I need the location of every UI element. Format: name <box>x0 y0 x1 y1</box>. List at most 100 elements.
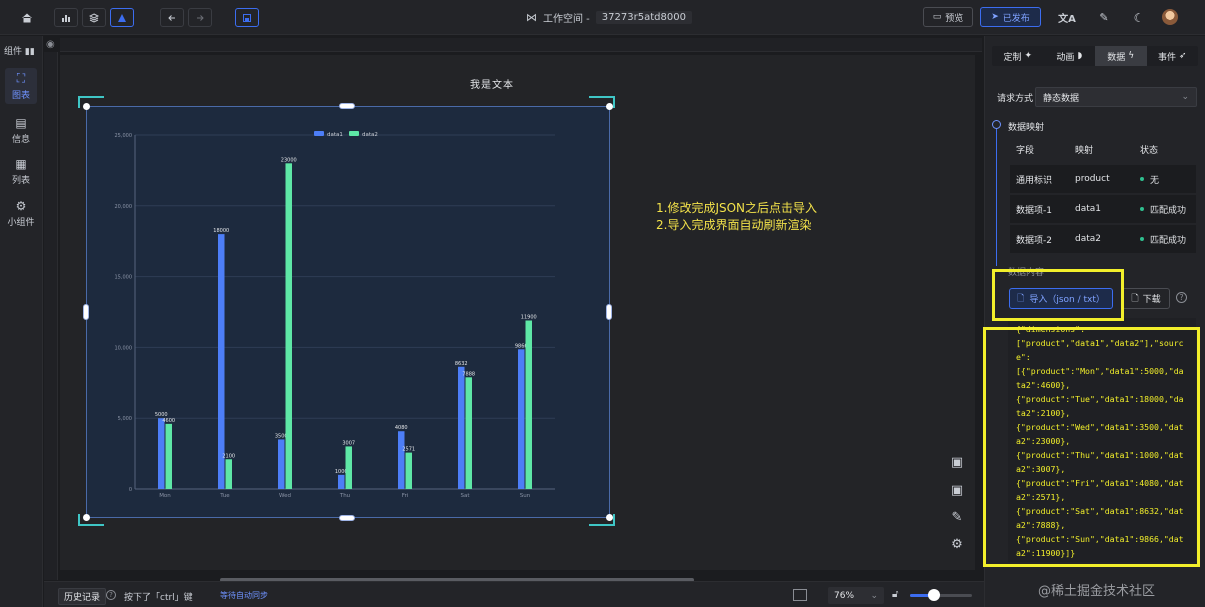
minimap-icon[interactable] <box>793 589 807 601</box>
sidebar-item-label: 列表 <box>11 175 30 186</box>
data-label: 8632 <box>455 361 468 367</box>
data-label: 2571 <box>402 447 415 453</box>
tools-icon[interactable]: ✎ <box>1092 8 1116 27</box>
y-tick-label: 15,000 <box>115 275 133 281</box>
chevron-down-icon: ⌄ <box>1181 92 1189 102</box>
bar-chart: 05,00010,00015,00020,00025,000Mon5000460… <box>115 131 555 499</box>
chevron-down-icon: ⌄ <box>870 590 878 601</box>
bar-chart-icon: ▮▮ <box>24 47 35 57</box>
edit-icon[interactable]: ✎ <box>949 509 965 525</box>
sidebar-item-table[interactable]: ▦ 列表 <box>5 153 37 189</box>
tab-customize[interactable]: 定制 ✦ <box>992 46 1044 66</box>
x-tick-label: Thu <box>339 493 350 499</box>
data-label: 18000 <box>213 228 229 234</box>
home-icon[interactable] <box>15 8 39 27</box>
x-tick-label: Tue <box>219 493 230 499</box>
preview-button[interactable]: ▭ 预览 <box>923 7 973 27</box>
resize-handle-left[interactable] <box>83 304 89 320</box>
mapping-status: 匹配成功 <box>1130 203 1196 216</box>
bar-data1 <box>518 349 525 489</box>
wrench-icon: ✦ <box>1024 51 1033 61</box>
status-dot <box>1140 237 1144 241</box>
monitor-icon: ▭ <box>932 12 942 22</box>
undo-button[interactable] <box>160 8 184 27</box>
resize-handle-corner[interactable] <box>83 103 90 110</box>
rocket-icon: ➶ <box>1178 51 1187 61</box>
resize-handle-top[interactable] <box>339 103 355 109</box>
x-tick-label: Wed <box>279 493 291 499</box>
instruction-line: 1.修改完成JSON之后点击导入 <box>656 201 818 215</box>
mapping-header-map: 映射 <box>1075 146 1094 156</box>
data-label: 11900 <box>521 314 537 320</box>
lock-icon[interactable]: 🔓︎ <box>892 589 898 600</box>
bolt-icon: ϟ <box>1128 51 1135 61</box>
bag-icon[interactable]: ▣ <box>949 454 965 470</box>
help-icon[interactable]: ? <box>1176 292 1187 303</box>
publish-button[interactable]: ➤ 已发布 <box>980 7 1041 27</box>
preview-label: 预览 <box>945 13 964 24</box>
zoom-select[interactable]: 76% ⌄ <box>828 587 884 604</box>
sidebar-item-info[interactable]: ▤ 信息 <box>5 112 37 148</box>
bar-data1 <box>338 474 345 489</box>
data-label: 4600 <box>162 418 175 424</box>
send-icon: ➤ <box>991 12 999 22</box>
tab-events[interactable]: 事件 ➶ <box>1147 46 1199 66</box>
detail-panel-button[interactable] <box>110 8 134 27</box>
table-icon: ▦ <box>15 156 27 171</box>
layers-button[interactable] <box>82 8 106 27</box>
mapping-header-field: 字段 <box>1016 146 1035 156</box>
widget-icon: ⚙ <box>15 198 27 213</box>
workspace-id[interactable]: 37273r5atd8000 <box>595 11 692 24</box>
keyboard-hint: 按下了「ctrl」键 <box>124 593 193 603</box>
moon-icon[interactable]: ☾ <box>1127 8 1151 27</box>
animation-icon: ◗ <box>1077 51 1083 61</box>
bag-alt-icon[interactable]: ▣ <box>949 482 965 498</box>
tab-animation[interactable]: 动画 ◗ <box>1044 46 1096 66</box>
sidebar-item-label: 信息 <box>11 134 30 145</box>
sidebar-item-widget[interactable]: ⚙ 小组件 <box>5 195 37 231</box>
status-dot <box>1140 177 1144 181</box>
vertical-ruler <box>44 52 58 580</box>
resize-handle-right[interactable] <box>606 304 612 320</box>
mapping-header-status: 状态 <box>1140 146 1159 156</box>
instruction-line: 2.导入完成界面自动刷新渲染 <box>656 218 812 232</box>
translate-icon[interactable]: 文A <box>1055 8 1079 27</box>
request-method-select[interactable]: 静态数据 ⌄ <box>1035 87 1197 107</box>
help-circle-icon[interactable]: ? <box>106 590 116 600</box>
resize-handle-bottom[interactable] <box>339 515 355 521</box>
y-tick-label: 5,000 <box>118 416 132 422</box>
redo-button[interactable] <box>188 8 212 27</box>
save-button[interactable] <box>235 8 259 27</box>
x-tick-label: Sat <box>460 493 470 499</box>
bar-data2 <box>465 377 472 489</box>
gear-icon[interactable]: ⚙ <box>949 536 965 552</box>
legend-swatch <box>349 131 359 136</box>
file-icon: 🗋︎ <box>1131 293 1139 304</box>
chart-icon: ⛶ <box>16 71 26 85</box>
info-icon: ▤ <box>15 115 27 130</box>
chart-toggle-button[interactable] <box>54 8 78 27</box>
history-button[interactable]: 历史记录 <box>58 588 107 605</box>
mapping-field: 数据项-2 <box>1016 235 1052 246</box>
eye-icon[interactable]: ◉ <box>46 39 55 50</box>
tab-data[interactable]: 数据 ϟ <box>1095 46 1147 66</box>
chart-title-text[interactable]: 我是文本 <box>470 76 514 91</box>
y-tick-label: 10,000 <box>115 345 133 351</box>
resize-handle-corner[interactable] <box>83 514 90 521</box>
sidebar-title: 组件 ▮▮ <box>4 47 35 57</box>
bar-data2 <box>165 423 172 489</box>
horizontal-ruler <box>60 38 982 52</box>
zoom-slider-knob[interactable] <box>927 589 940 601</box>
download-button[interactable]: 🗋︎ 下载 <box>1122 288 1170 309</box>
resize-handle-corner[interactable] <box>606 103 613 110</box>
sidebar-item-chart[interactable]: ⛶ 图表 <box>5 68 37 104</box>
bar-data1 <box>398 431 405 489</box>
mapping-status: 匹配成功 <box>1130 233 1196 246</box>
config-tabs: 定制 ✦ 动画 ◗ 数据 ϟ 事件 ➶ <box>992 46 1198 66</box>
legend-swatch <box>314 131 324 136</box>
avatar[interactable] <box>1162 9 1178 25</box>
table-row: 数据项-2 data2 匹配成功 <box>1010 225 1196 253</box>
data-label: 2100 <box>222 453 235 459</box>
mapping-title: 数据映射 <box>1008 123 1045 133</box>
resize-handle-corner[interactable] <box>606 514 613 521</box>
